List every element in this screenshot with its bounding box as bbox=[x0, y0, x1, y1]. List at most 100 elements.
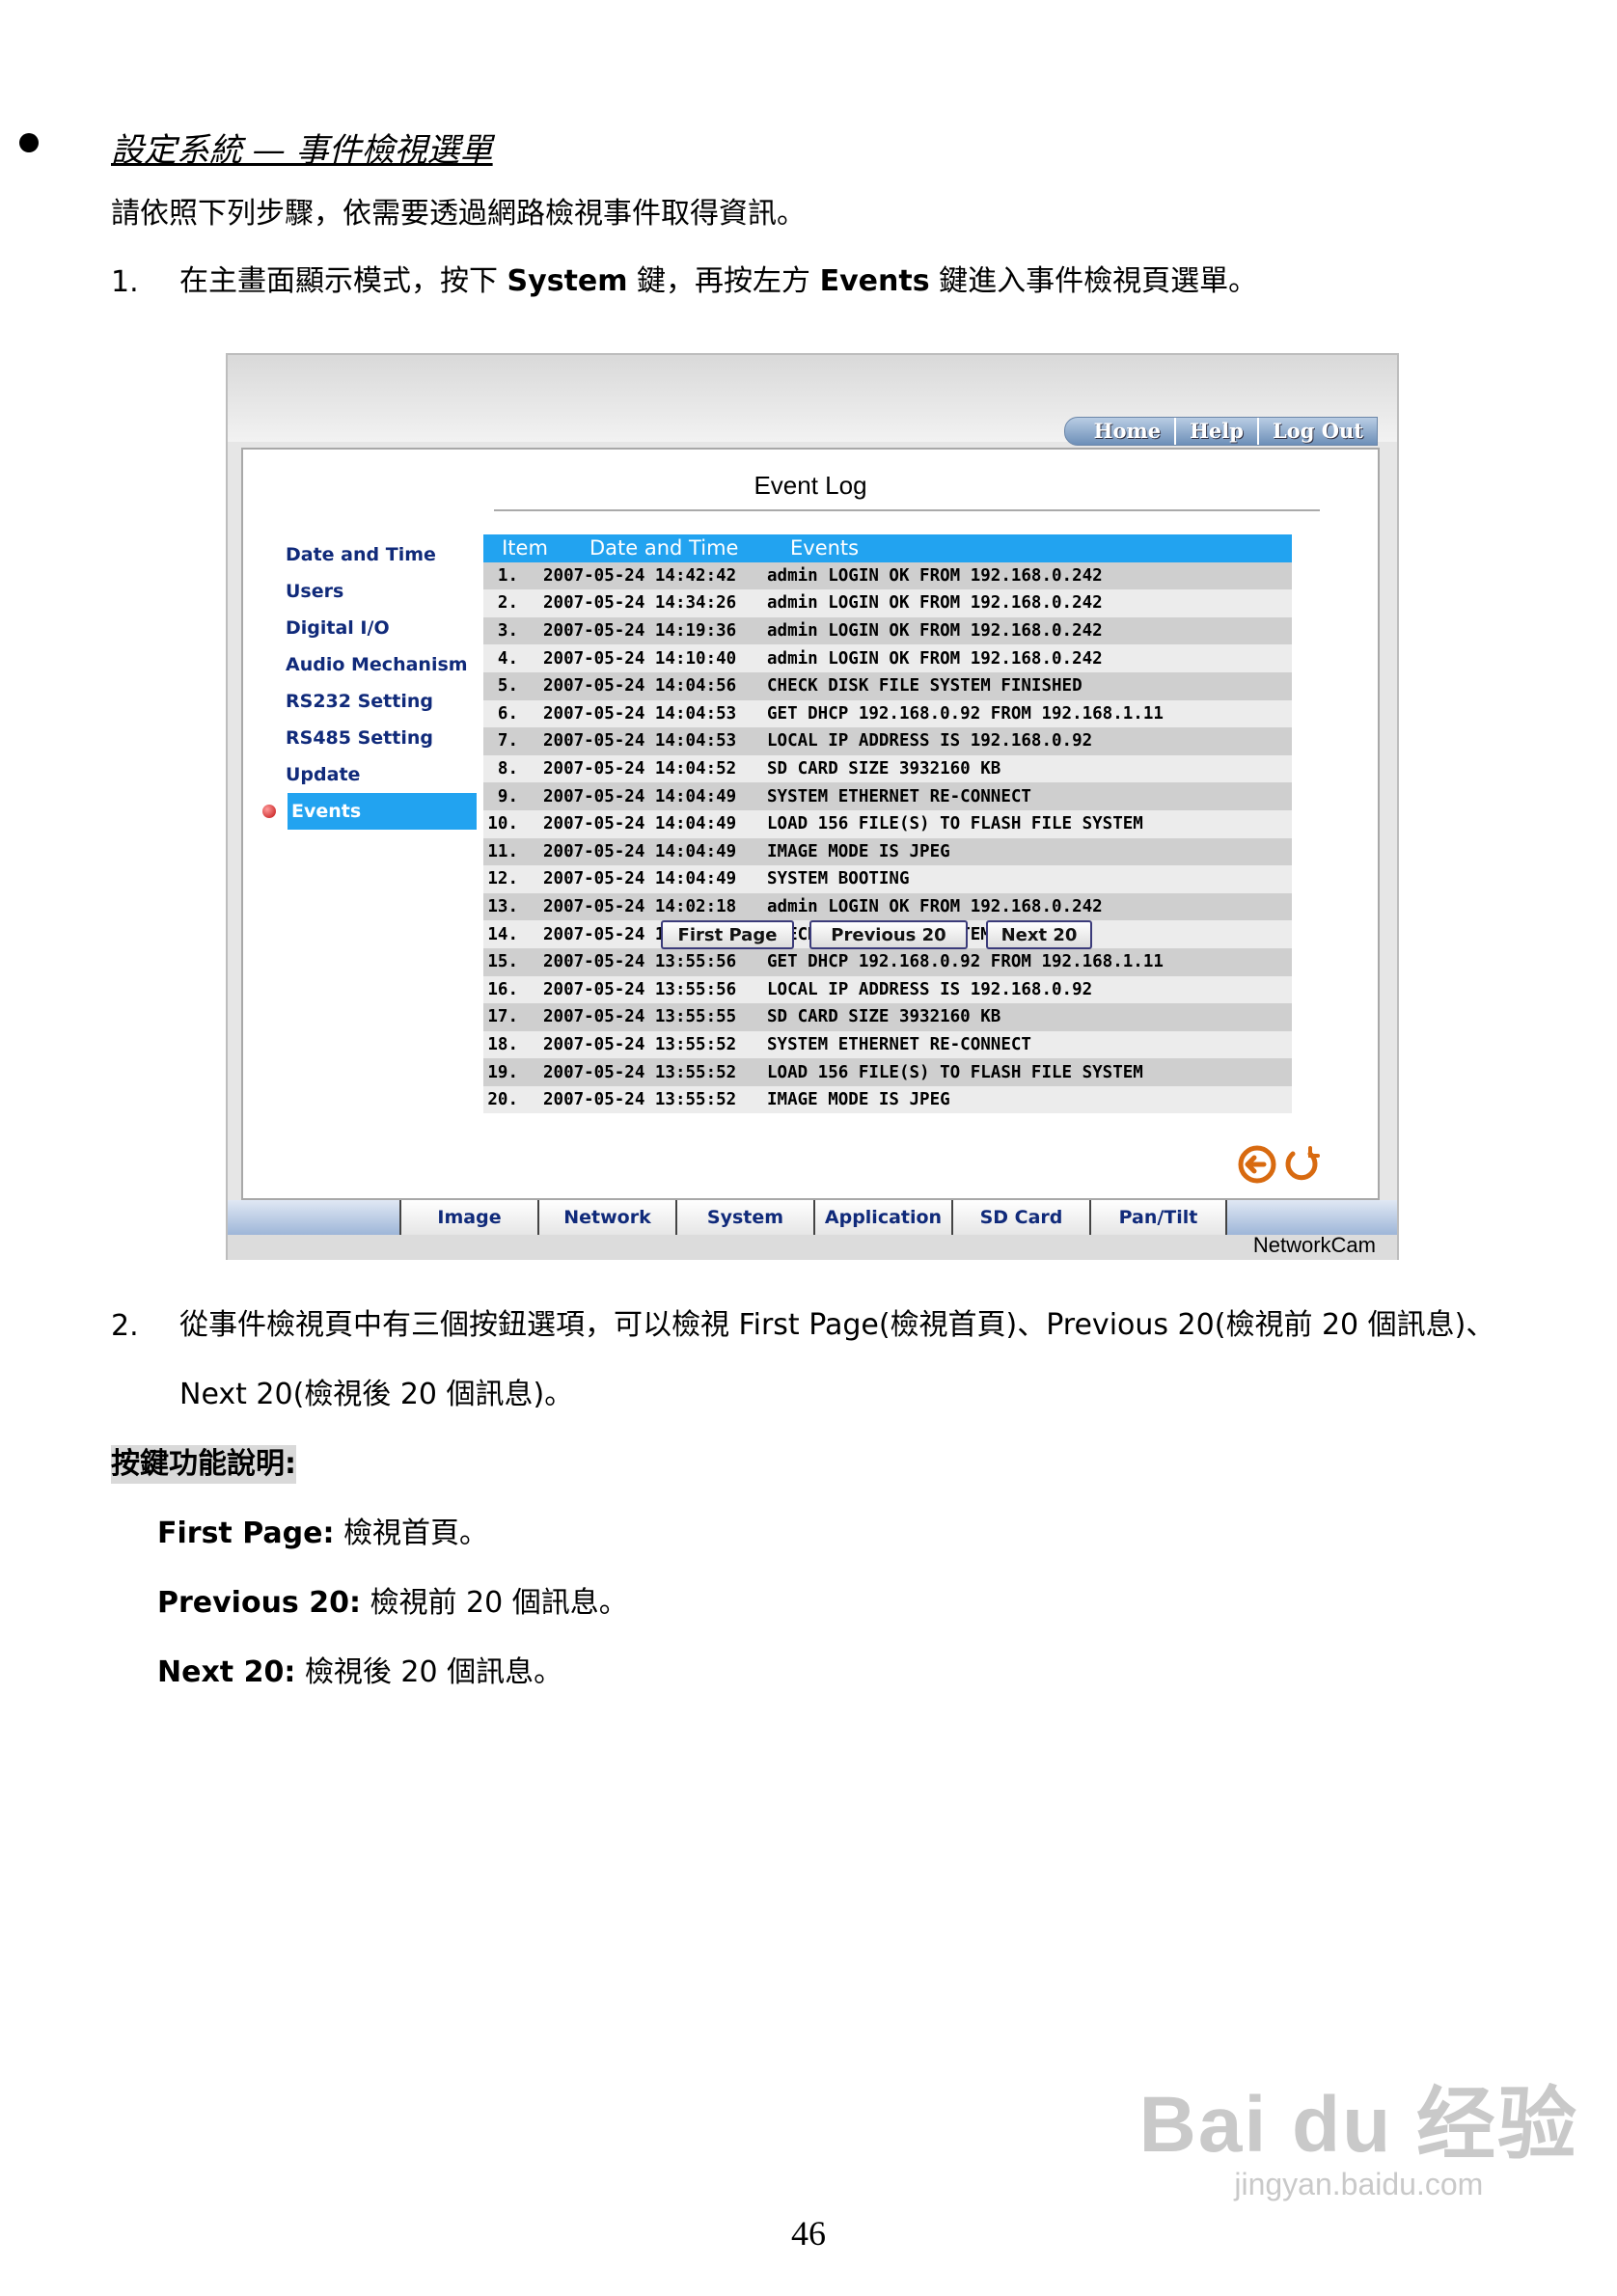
cell-date-time: 2007-05-24 13:55:52 bbox=[543, 1090, 737, 1110]
bullet-dot bbox=[19, 133, 39, 152]
next-20-button[interactable]: Next 20 bbox=[986, 920, 1092, 949]
baidu-watermark: Bai du 经验 jingyan.baidu.com bbox=[1139, 2060, 1578, 2202]
col-date-time: Date and Time bbox=[589, 536, 739, 560]
cell-event: LOAD 156 FILE(S) TO FLASH FILE SYSTEM bbox=[767, 814, 1143, 834]
table-row: 2. 2007-05-24 14:34:26 admin LOGIN OK FROM… bbox=[483, 589, 1292, 617]
cell-event: SD CARD SIZE 3932160 KB bbox=[767, 1007, 1001, 1027]
refresh-icon[interactable] bbox=[1281, 1144, 1322, 1185]
event-log-screenshot: Home Help Log Out Event Log Date and Tim… bbox=[226, 353, 1399, 1260]
def-first-page: First Page: 檢視首頁。 bbox=[157, 1517, 489, 1550]
cell-event: IMAGE MODE IS JPEG bbox=[767, 1090, 950, 1110]
def-next-20: Next 20: 檢視後 20 個訊息。 bbox=[157, 1655, 563, 1689]
cell-item: 17. bbox=[487, 1007, 518, 1027]
step1-number: 1. bbox=[111, 265, 139, 299]
cell-date-time: 2007-05-24 14:34:26 bbox=[543, 593, 737, 614]
cell-item: 7. bbox=[497, 731, 518, 752]
cell-event: SYSTEM ETHERNET RE-CONNECT bbox=[767, 786, 1031, 806]
table-row: 20. 2007-05-24 13:55:52 IMAGE MODE IS JPEG bbox=[483, 1085, 1292, 1114]
cell-event: LOAD 156 FILE(S) TO FLASH FILE SYSTEM bbox=[767, 1062, 1143, 1082]
intro-text: 請依照下列步驟，依需要透過網路檢視事件取得資訊。 bbox=[111, 197, 806, 231]
cell-date-time: 2007-05-24 14:04:53 bbox=[543, 703, 737, 724]
event-log-panel: Event Log Date and Time Users Digital I/… bbox=[241, 448, 1380, 1200]
cell-date-time: 2007-05-24 14:04:49 bbox=[543, 786, 737, 806]
section-heading: 設定系統 — 事件檢視選單 bbox=[111, 131, 493, 170]
table-row: 13. 2007-05-24 14:02:18 admin LOGIN OK FRO… bbox=[483, 892, 1292, 921]
cell-event: admin LOGIN OK FROM 192.168.0.242 bbox=[767, 621, 1103, 642]
tab-network[interactable]: Network bbox=[537, 1200, 675, 1235]
event-table: Item Date and Time Events 1. 2007-05-24 1… bbox=[483, 534, 1292, 1114]
cell-date-time: 2007-05-24 13:55:56 bbox=[543, 952, 737, 972]
bottom-tab-bar: Image Network System Application SD Card… bbox=[228, 1200, 1397, 1235]
cell-item: 19. bbox=[487, 1062, 518, 1082]
cell-date-time: 2007-05-24 14:04:49 bbox=[543, 841, 737, 861]
table-row: 16. 2007-05-24 13:55:56 LOCAL IP ADDRESS I… bbox=[483, 975, 1292, 1004]
tab-sd-card[interactable]: SD Card bbox=[951, 1200, 1089, 1235]
table-row: 1. 2007-05-24 14:42:42 admin LOGIN OK FROM… bbox=[483, 561, 1292, 590]
table-row: 8. 2007-05-24 14:04:52 SD CARD SIZE 393216… bbox=[483, 754, 1292, 783]
table-row: 9. 2007-05-24 14:04:49 SYSTEM ETHERNET RE-… bbox=[483, 782, 1292, 810]
cell-event: CHECK DISK FILE SYSTEM FINISHED bbox=[767, 676, 1083, 697]
logout-link[interactable]: Log Out bbox=[1256, 418, 1377, 445]
home-link[interactable]: Home bbox=[1065, 418, 1174, 445]
table-row: 11. 2007-05-24 14:04:49 IMAGE MODE IS JPEG bbox=[483, 837, 1292, 866]
cell-date-time: 2007-05-24 14:04:49 bbox=[543, 869, 737, 889]
table-row: 4. 2007-05-24 14:10:40 admin LOGIN OK FROM… bbox=[483, 644, 1292, 672]
page-number: 46 bbox=[791, 2214, 826, 2253]
tab-image[interactable]: Image bbox=[399, 1200, 537, 1235]
event-log-title: Event Log bbox=[754, 471, 867, 500]
table-row: 19. 2007-05-24 13:55:52 LOAD 156 FILE(S) T… bbox=[483, 1058, 1292, 1086]
top-nav: Home Help Log Out bbox=[1063, 417, 1378, 446]
cell-item: 2. bbox=[497, 593, 518, 614]
table-row: 6. 2007-05-24 14:04:53 GET DHCP 192.168.0.… bbox=[483, 699, 1292, 728]
def-previous-20: Previous 20: 檢視前 20 個訊息。 bbox=[157, 1586, 628, 1620]
cell-item: 9. bbox=[497, 786, 518, 806]
cell-date-time: 2007-05-24 14:02:18 bbox=[543, 897, 737, 917]
first-page-button[interactable]: First Page bbox=[661, 920, 794, 949]
cell-event: GET DHCP 192.168.0.92 FROM 192.168.1.11 bbox=[767, 703, 1164, 724]
cell-item: 15. bbox=[487, 952, 518, 972]
cell-event: LOCAL IP ADDRESS IS 192.168.0.92 bbox=[767, 979, 1093, 999]
bottom-tabs: Image Network System Application SD Card… bbox=[399, 1200, 1227, 1235]
table-row: 15. 2007-05-24 13:55:56 GET DHCP 192.168.0… bbox=[483, 947, 1292, 976]
cell-item: 3. bbox=[497, 621, 518, 642]
table-row: 3. 2007-05-24 14:19:36 admin LOGIN OK FROM… bbox=[483, 616, 1292, 645]
cell-item: 16. bbox=[487, 979, 518, 999]
cell-date-time: 2007-05-24 13:55:52 bbox=[543, 1034, 737, 1054]
tab-pan-tilt[interactable]: Pan/Tilt bbox=[1089, 1200, 1227, 1235]
cell-event: LOCAL IP ADDRESS IS 192.168.0.92 bbox=[767, 731, 1093, 752]
cell-date-time: 2007-05-24 14:04:52 bbox=[543, 759, 737, 779]
cell-item: 11. bbox=[487, 841, 518, 861]
cell-date-time: 2007-05-24 14:04:49 bbox=[543, 814, 737, 834]
cell-item: 12. bbox=[487, 869, 518, 889]
table-row: 18. 2007-05-24 13:55:52 SYSTEM ETHERNET RE… bbox=[483, 1030, 1292, 1059]
sidebar-item-events[interactable]: Events bbox=[288, 793, 477, 830]
previous-20-button[interactable]: Previous 20 bbox=[809, 920, 968, 949]
help-link[interactable]: Help bbox=[1174, 418, 1257, 445]
cell-item: 8. bbox=[497, 759, 518, 779]
cell-item: 14. bbox=[487, 924, 518, 944]
tab-application[interactable]: Application bbox=[813, 1200, 951, 1235]
active-dot-icon bbox=[262, 805, 276, 818]
nav-icons bbox=[1237, 1144, 1322, 1185]
footer-strip: NetworkCam bbox=[228, 1233, 1397, 1260]
cell-item: 20. bbox=[487, 1090, 518, 1110]
cell-item: 5. bbox=[497, 676, 518, 697]
cell-item: 18. bbox=[487, 1034, 518, 1054]
step2-line1: 從事件檢視頁中有三個按鈕選項，可以檢視 First Page(檢視首頁)、Pre… bbox=[179, 1308, 1495, 1342]
cell-item: 13. bbox=[487, 897, 518, 917]
back-arrow-icon[interactable] bbox=[1237, 1144, 1277, 1185]
watermark-logo: Bai du 经验 bbox=[1138, 2081, 1578, 2169]
cell-item: 6. bbox=[497, 703, 518, 724]
cell-event: admin LOGIN OK FROM 192.168.0.242 bbox=[767, 648, 1103, 669]
table-row: 7. 2007-05-24 14:04:53 LOCAL IP ADDRESS IS… bbox=[483, 727, 1292, 755]
cell-event: admin LOGIN OK FROM 192.168.0.242 bbox=[767, 897, 1103, 917]
title-divider bbox=[494, 509, 1320, 511]
cell-date-time: 2007-05-24 13:55:52 bbox=[543, 1062, 737, 1082]
cell-event: SD CARD SIZE 3932160 KB bbox=[767, 759, 1001, 779]
cell-event: admin LOGIN OK FROM 192.168.0.242 bbox=[767, 565, 1103, 586]
tab-system[interactable]: System bbox=[675, 1200, 813, 1235]
table-row: 12. 2007-05-24 14:04:49 SYSTEM BOOTING bbox=[483, 865, 1292, 893]
cell-item: 1. bbox=[497, 565, 518, 586]
brand-label: NetworkCam bbox=[1252, 1233, 1376, 1257]
cell-date-time: 2007-05-24 14:04:56 bbox=[543, 676, 737, 697]
